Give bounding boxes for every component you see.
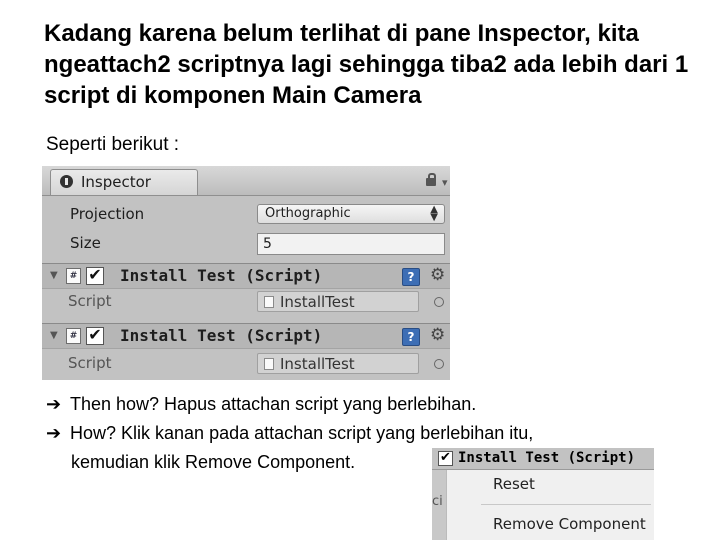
script-label: Script xyxy=(68,354,112,372)
context-component-title: Install Test (Script) xyxy=(458,450,636,466)
projection-dropdown-value: Orthographic xyxy=(265,206,351,221)
arrow-right-icon: ➔ xyxy=(46,394,62,414)
component-title: Install Test (Script) xyxy=(120,266,323,285)
script-object-field[interactable]: InstallTest xyxy=(257,291,419,312)
projection-label: Projection xyxy=(70,205,145,223)
component-enabled-checkbox[interactable]: ✔ xyxy=(86,327,104,345)
component-enabled-checkbox[interactable]: ✔ xyxy=(438,451,453,466)
script-object-value: InstallTest xyxy=(280,355,355,373)
script-file-icon xyxy=(264,358,274,370)
bullet-text: Then how? Hapus attachan script yang ber… xyxy=(70,394,477,414)
object-picker-icon[interactable] xyxy=(434,359,444,369)
size-field[interactable]: 5 xyxy=(257,233,445,255)
foldout-arrow-icon[interactable]: ▼ xyxy=(50,330,58,341)
bullet-item: ➔ How? Klik kanan pada attachan script ya… xyxy=(46,419,686,448)
size-label: Size xyxy=(70,234,101,252)
object-picker-icon[interactable] xyxy=(434,297,444,307)
gear-icon[interactable]: ⚙ xyxy=(430,265,445,285)
script-label: Script xyxy=(68,292,112,310)
slide-heading: Kadang karena belum terlihat di pane Ins… xyxy=(44,20,689,109)
component-header[interactable]: ▼ # ✔ Install Test (Script) ? ⚙ xyxy=(42,323,450,349)
size-field-value: 5 xyxy=(263,236,272,252)
dropdown-arrows-icon: ▲ ▼ xyxy=(430,204,438,223)
bullet-text: How? Klik kanan pada attachan script yan… xyxy=(70,423,534,443)
script-row: Script InstallTest xyxy=(42,289,450,315)
lock-icon[interactable] xyxy=(426,173,436,186)
bullet-item: ➔ Then how? Hapus attachan script yang be… xyxy=(46,390,686,419)
script-file-icon xyxy=(264,296,274,308)
context-component-header[interactable]: ✔ Install Test (Script) xyxy=(432,448,654,470)
cs-script-icon: # xyxy=(66,268,81,284)
component-header[interactable]: ▼ # ✔ Install Test (Script) ? ⚙ xyxy=(42,263,450,289)
menu-item-remove-component[interactable]: Remove Component xyxy=(493,515,646,533)
info-icon xyxy=(60,175,73,188)
projection-dropdown[interactable]: Orthographic ▲ ▼ xyxy=(257,204,445,224)
script-object-field[interactable]: InstallTest xyxy=(257,353,419,374)
tab-inspector-label: Inspector xyxy=(81,173,151,191)
edge-strip-text: ci xyxy=(432,494,443,509)
panel-menu-icon[interactable]: ▾ xyxy=(442,176,448,189)
menu-separator xyxy=(481,504,651,505)
foldout-arrow-icon[interactable]: ▼ xyxy=(50,270,58,281)
inspector-edge-strip: ci xyxy=(432,468,446,540)
help-book-icon[interactable]: ? xyxy=(402,328,420,346)
component-enabled-checkbox[interactable]: ✔ xyxy=(86,267,104,285)
cs-script-icon: # xyxy=(66,328,81,344)
help-book-icon[interactable]: ? xyxy=(402,268,420,286)
context-menu: Reset Remove Component xyxy=(446,470,654,540)
inspector-tab-bar: Inspector ▾ xyxy=(42,166,450,196)
script-row: Script InstallTest xyxy=(42,351,450,377)
inspector-panel: Inspector ▾ Projection Orthographic ▲ ▼ S… xyxy=(42,166,450,380)
context-menu-screenshot: ci ✔ Install Test (Script) Reset Remove … xyxy=(432,448,654,540)
script-object-value: InstallTest xyxy=(280,293,355,311)
component-title: Install Test (Script) xyxy=(120,326,323,345)
slide-subtitle: Seperti berikut : xyxy=(46,134,180,155)
arrow-right-icon: ➔ xyxy=(46,423,62,443)
tab-inspector[interactable]: Inspector xyxy=(50,169,198,195)
menu-item-reset[interactable]: Reset xyxy=(493,475,535,493)
gear-icon[interactable]: ⚙ xyxy=(430,325,445,345)
